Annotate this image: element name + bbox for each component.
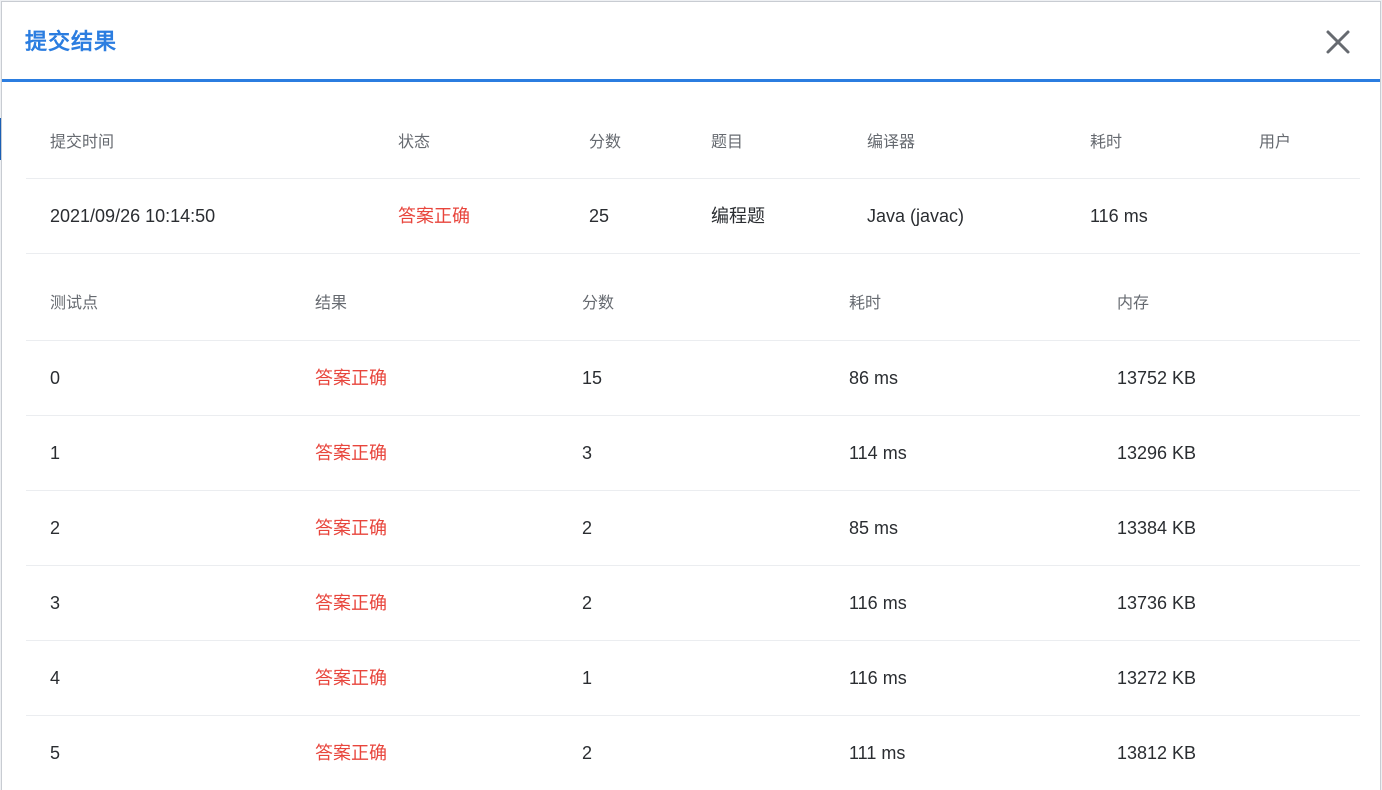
summary-status: 答案正确 [398, 206, 470, 226]
testcase-memory: 13272 KB [1117, 668, 1197, 688]
table-row: 3 答案正确 2 116 ms 13736 KB [26, 566, 1360, 641]
summary-header-problem: 题目 [711, 134, 744, 151]
table-row: 0 答案正确 15 86 ms 13752 KB [26, 341, 1360, 416]
testcase-score: 2 [582, 518, 593, 538]
testcase-header-score: 分数 [582, 295, 615, 312]
summary-header-compiler: 编译器 [867, 134, 916, 151]
summary-header-score: 分数 [589, 134, 622, 151]
dialog-header: 提交结果 [2, 2, 1380, 82]
testcase-result: 答案正确 [315, 593, 387, 613]
testcase-elapsed: 116 ms [849, 668, 907, 688]
testcase-id: 2 [50, 518, 61, 538]
testcase-header-memory: 内存 [1117, 295, 1150, 312]
summary-problem: 编程题 [711, 206, 765, 226]
summary-time: 2021/09/26 10:14:50 [50, 206, 216, 226]
testcase-memory: 13384 KB [1117, 518, 1197, 538]
table-row: 5 答案正确 2 111 ms 13812 KB [26, 716, 1360, 790]
testcase-result: 答案正确 [315, 668, 387, 688]
testcase-id: 1 [50, 443, 61, 463]
summary-row: 2021/09/26 10:14:50 答案正确 25 编程题 Java (ja… [26, 179, 1360, 254]
testcase-score: 2 [582, 593, 593, 613]
testcase-header-result: 结果 [315, 295, 348, 312]
testcase-result: 答案正确 [315, 518, 387, 538]
table-row: 1 答案正确 3 114 ms 13296 KB [26, 416, 1360, 491]
testcase-id: 3 [50, 593, 61, 613]
testcase-elapsed: 86 ms [849, 368, 899, 388]
table-row: 2 答案正确 2 85 ms 13384 KB [26, 491, 1360, 566]
summary-header-user: 用户 [1259, 134, 1292, 151]
summary-header-time: 提交时间 [50, 134, 115, 151]
testcase-elapsed: 85 ms [849, 518, 899, 538]
summary-header-status: 状态 [398, 134, 431, 151]
testcase-elapsed: 111 ms [849, 743, 906, 763]
testcase-score: 15 [582, 368, 603, 388]
testcase-memory: 13812 KB [1117, 743, 1197, 763]
summary-header-row: 提交时间 状态 分数 题目 编译器 耗时 用户 [26, 107, 1360, 179]
testcase-id: 0 [50, 368, 61, 388]
close-icon [1326, 30, 1350, 54]
testcase-score: 3 [582, 443, 593, 463]
summary-compiler: Java (javac) [867, 206, 965, 226]
testcase-memory: 13296 KB [1117, 443, 1197, 463]
testcase-memory: 13752 KB [1117, 368, 1197, 388]
testcase-result: 答案正确 [315, 368, 387, 388]
testcase-elapsed: 114 ms [849, 443, 907, 463]
testcase-result: 答案正确 [315, 443, 387, 463]
testcase-score: 1 [582, 668, 593, 688]
table-row: 4 答案正确 1 116 ms 13272 KB [26, 641, 1360, 716]
testcase-score: 2 [582, 743, 593, 763]
dialog-title: 提交结果 [25, 29, 118, 54]
testcase-result: 答案正确 [315, 743, 387, 763]
dialog-body: 提交时间 状态 分数 题目 编译器 耗时 用户 2021/09/26 10:14… [26, 107, 1360, 790]
close-button[interactable] [1322, 26, 1354, 58]
testcase-header-elapsed: 耗时 [849, 295, 882, 312]
summary-header-elapsed: 耗时 [1090, 134, 1123, 151]
testcase-id: 4 [50, 668, 61, 688]
testcase-header-case: 测试点 [50, 295, 99, 312]
testcase-memory: 13736 KB [1117, 593, 1197, 613]
summary-score: 25 [589, 206, 610, 226]
testcase-header-row: 测试点 结果 分数 耗时 内存 [26, 254, 1360, 341]
summary-elapsed: 116 ms [1090, 206, 1148, 226]
testcase-elapsed: 116 ms [849, 593, 907, 613]
testcase-id: 5 [50, 743, 61, 763]
submission-result-dialog: 提交结果 提交时间 状态 分数 题目 编译器 耗时 用户 2021/09/26 … [1, 1, 1381, 790]
